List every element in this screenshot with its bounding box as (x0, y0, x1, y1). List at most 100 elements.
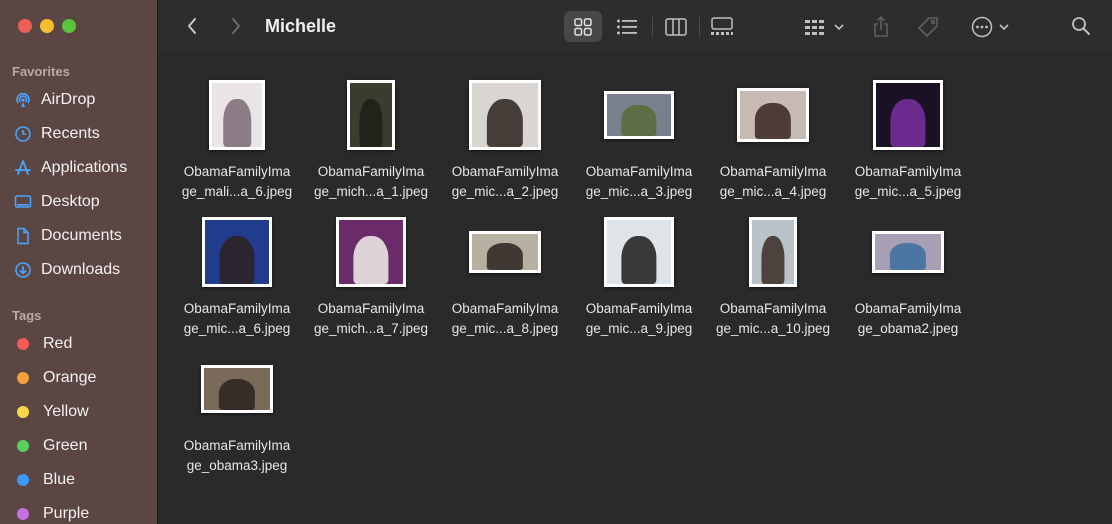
more-actions-button[interactable] (964, 11, 1016, 42)
file-item[interactable]: ObamaFamilyIma ge_mich...a_1.jpeg (304, 74, 438, 202)
tag-color-dot (17, 440, 29, 452)
file-item[interactable]: ObamaFamilyIma ge_mich...a_7.jpeg (304, 211, 438, 339)
file-item[interactable]: ObamaFamilyIma ge_mic...a_3.jpeg (572, 74, 706, 202)
forward-button[interactable] (224, 14, 248, 38)
image-thumbnail (749, 217, 797, 287)
file-name-line: ObamaFamilyIma (451, 164, 559, 179)
thumbnail-container (572, 211, 706, 293)
gallery-view-button[interactable] (705, 11, 739, 42)
column-view-button[interactable] (659, 11, 693, 42)
file-name: ObamaFamilyIma ge_mic...a_6.jpeg (170, 299, 304, 339)
thumbnail-container (170, 74, 304, 156)
sidebar-item-downloads[interactable]: Downloads (13, 256, 153, 284)
thumbnail-figure (890, 99, 926, 147)
file-name-line: ge_mic...a_5.jpeg (854, 184, 962, 199)
file-item[interactable]: ObamaFamilyIma ge_mic...a_6.jpeg (170, 211, 304, 339)
file-item[interactable]: ObamaFamilyIma ge_mic...a_5.jpeg (841, 74, 975, 202)
file-name-line: ObamaFamilyIma (183, 438, 291, 453)
file-name-line: ObamaFamilyIma (183, 164, 291, 179)
file-item[interactable]: ObamaFamilyIma ge_obama2.jpeg (841, 211, 975, 339)
file-name: ObamaFamilyIma ge_mic...a_4.jpeg (706, 162, 840, 202)
file-name-line: ObamaFamilyIma (719, 301, 827, 316)
file-name: ObamaFamilyIma ge_mic...a_10.jpeg (706, 299, 840, 339)
minimize-button[interactable] (40, 19, 54, 33)
search-button[interactable] (1068, 13, 1094, 39)
back-button[interactable] (180, 14, 204, 38)
thumbnail-figure (761, 236, 785, 284)
desktop-icon (13, 192, 33, 212)
thumbnail-figure (621, 236, 657, 284)
file-name: ObamaFamilyIma ge_mic...a_9.jpeg (572, 299, 706, 339)
toolbar: Michelle (158, 0, 1112, 52)
file-name-line: ObamaFamilyIma (719, 164, 827, 179)
thumbnail-figure (486, 99, 524, 147)
file-item[interactable]: ObamaFamilyIma ge_mic...a_9.jpeg (572, 211, 706, 339)
sidebar-item-label: Downloads (41, 261, 121, 278)
file-name: ObamaFamilyIma ge_mic...a_8.jpeg (438, 299, 572, 339)
list-view-icon (617, 19, 637, 34)
sidebar-tag-yellow[interactable]: Yellow (13, 398, 153, 426)
icon-view-button[interactable] (564, 11, 602, 42)
thumbnail-container (170, 211, 304, 293)
file-item[interactable]: ObamaFamilyIma ge_mali...a_6.jpeg (170, 74, 304, 202)
sidebar-item-desktop[interactable]: Desktop (13, 188, 153, 216)
chevron-down-icon (834, 23, 844, 30)
thumbnail-container (438, 211, 572, 293)
image-thumbnail (202, 217, 272, 287)
sidebar-item-applications[interactable]: Applications (13, 154, 153, 182)
sidebar-tag-orange[interactable]: Orange (13, 364, 153, 392)
close-button[interactable] (18, 19, 32, 33)
file-name-line: ObamaFamilyIma (585, 164, 693, 179)
file-name: ObamaFamilyIma ge_obama2.jpeg (841, 299, 975, 339)
sidebar-item-label: Documents (41, 227, 122, 244)
share-button[interactable] (866, 11, 896, 42)
file-item[interactable]: ObamaFamilyIma ge_mic...a_2.jpeg (438, 74, 572, 202)
file-item[interactable]: ObamaFamilyIma ge_mic...a_4.jpeg (706, 74, 840, 202)
tag-color-dot (17, 372, 29, 384)
thumbnail-container (706, 74, 840, 156)
thumbnail-container (841, 211, 975, 293)
sidebar-item-label: Red (43, 335, 73, 352)
file-name: ObamaFamilyIma ge_mic...a_5.jpeg (841, 162, 975, 202)
tag-button[interactable] (912, 11, 944, 42)
sidebar-tag-red[interactable]: Red (13, 330, 153, 358)
toolbar-divider (652, 17, 653, 37)
tag-color-dot (17, 508, 29, 520)
zoom-button[interactable] (62, 19, 76, 33)
thumbnail-figure (754, 103, 792, 139)
sidebar: Favorites AirDrop Recents Applications D… (0, 0, 158, 524)
group-by-button[interactable] (798, 11, 850, 42)
file-item[interactable]: ObamaFamilyIma ge_obama3.jpeg (170, 348, 304, 476)
search-icon (1072, 17, 1090, 35)
file-name: ObamaFamilyIma ge_mic...a_3.jpeg (572, 162, 706, 202)
list-view-button[interactable] (610, 11, 644, 42)
tag-color-dot (17, 338, 29, 350)
image-thumbnail (209, 80, 265, 150)
sidebar-item-recents[interactable]: Recents (13, 120, 153, 148)
thumbnail-figure (219, 236, 255, 284)
back-icon (188, 18, 196, 34)
image-thumbnail (469, 231, 541, 273)
file-name-line: ge_mich...a_1.jpeg (313, 184, 429, 199)
icon-view-icon (574, 17, 592, 36)
sidebar-item-label: Purple (43, 505, 90, 522)
sidebar-tag-green[interactable]: Green (13, 432, 153, 460)
sidebar-item-label: Blue (43, 471, 76, 488)
download-icon (13, 260, 33, 280)
sidebar-tag-blue[interactable]: Blue (13, 466, 153, 494)
sidebar-item-documents[interactable]: Documents (13, 222, 153, 250)
sidebar-item-airdrop[interactable]: AirDrop (13, 86, 153, 114)
tags-section-label: Tags (12, 308, 42, 323)
file-name-line: ge_mic...a_10.jpeg (715, 321, 831, 336)
file-item[interactable]: ObamaFamilyIma ge_mic...a_8.jpeg (438, 211, 572, 339)
file-name: ObamaFamilyIma ge_mic...a_2.jpeg (438, 162, 572, 202)
file-name-line: ObamaFamilyIma (854, 164, 962, 179)
gallery-view-icon (711, 16, 733, 35)
thumbnail-container (706, 211, 840, 293)
sidebar-item-label: Recents (41, 125, 100, 142)
sidebar-tag-purple[interactable]: Purple (13, 500, 153, 524)
clock-icon (13, 124, 33, 144)
thumbnail-figure (359, 99, 383, 147)
file-item[interactable]: ObamaFamilyIma ge_mic...a_10.jpeg (706, 211, 840, 339)
image-thumbnail (872, 231, 944, 273)
